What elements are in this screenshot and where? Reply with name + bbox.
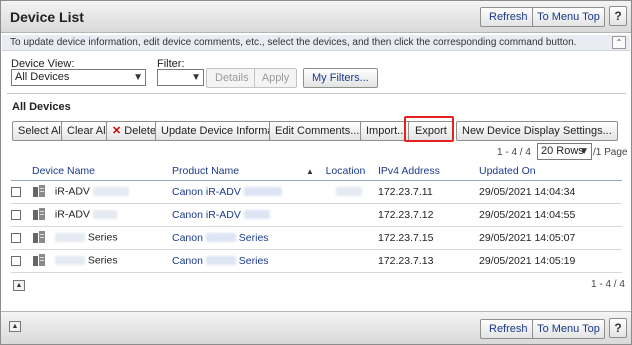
info-message: To update device information, edit devic… <box>10 37 577 48</box>
ipv4-address-cell: 172.23.7.11 <box>378 180 479 204</box>
column-header-ipv4-address[interactable]: IPv4 Address <box>378 162 479 181</box>
product-name-cell[interactable]: Canon Series <box>172 226 306 250</box>
my-filters-button[interactable]: My Filters... <box>303 68 378 88</box>
range-count: 1 - 4 / 4 <box>497 147 531 158</box>
table-row[interactable]: Series Canon Series 172.23.7.13 29/05/20… <box>11 249 622 273</box>
product-name-link-prefix[interactable]: Canon <box>172 255 203 267</box>
device-name-prefix: iR-ADV <box>54 185 90 198</box>
redacted-text <box>243 187 282 197</box>
bottom-range-count: 1 - 4 / 4 <box>591 279 625 290</box>
column-header-device-name[interactable]: Device Name <box>32 162 172 181</box>
row-checkbox[interactable] <box>11 186 21 197</box>
scroll-to-top-icon[interactable]: ▲ <box>9 321 21 332</box>
printer-icon <box>33 231 45 243</box>
column-header-location[interactable]: ▲ Location <box>306 162 378 181</box>
divider <box>7 93 626 94</box>
device-name-prefix: iR-ADV <box>54 208 90 221</box>
ipv4-address-cell: 172.23.7.12 <box>378 203 479 227</box>
product-name-cell[interactable]: Canon iR-ADV <box>172 203 306 227</box>
apply-button[interactable]: Apply <box>254 68 297 88</box>
footer-help-button[interactable]: ? <box>609 318 627 338</box>
device-name-suffix: Series <box>87 254 118 267</box>
redacted-text <box>92 210 117 219</box>
product-name-header-label: Product Name <box>172 164 240 177</box>
delete-label: Delete <box>124 125 157 137</box>
product-name-link[interactable]: Canon iR-ADV <box>172 186 241 198</box>
chevron-down-icon: ▼ <box>191 72 201 83</box>
details-button[interactable]: Details <box>206 68 258 88</box>
info-bar: To update device information, edit devic… <box>2 35 630 51</box>
updated-on-cell: 29/05/2021 14:04:55 <box>479 203 622 227</box>
device-name-cell: Series <box>32 226 172 250</box>
device-name-suffix: Series <box>87 231 118 244</box>
ipv4-address-cell: 172.23.7.13 <box>378 249 479 273</box>
table-row[interactable]: iR-ADV Canon iR-ADV 172.23.7.12 29/05/20… <box>11 203 622 227</box>
redacted-text <box>54 233 85 242</box>
device-table: Device Name Product Name ▲ Location IPv4… <box>11 162 622 273</box>
page-count: /1 Page <box>593 147 628 158</box>
row-checkbox[interactable] <box>11 232 21 243</box>
collapse-icon[interactable]: ⌃ <box>612 36 626 49</box>
printer-icon <box>33 254 45 266</box>
row-checkbox[interactable] <box>11 255 21 266</box>
redacted-text <box>243 210 270 220</box>
printer-icon <box>33 208 45 220</box>
header-checkbox-cell <box>11 162 32 181</box>
product-name-link-prefix[interactable]: Canon <box>172 232 203 244</box>
location-cell <box>306 249 378 273</box>
printer-icon <box>33 185 45 197</box>
section-title: All Devices <box>12 101 71 113</box>
device-name-cell: Series <box>32 249 172 273</box>
updated-on-cell: 29/05/2021 14:05:07 <box>479 226 622 250</box>
footer-to-menu-top-button[interactable]: To Menu Top <box>532 319 605 339</box>
location-cell <box>306 180 378 204</box>
column-header-updated-on[interactable]: Updated On <box>479 162 622 181</box>
location-cell <box>306 226 378 250</box>
product-name-cell[interactable]: Canon Series <box>172 249 306 273</box>
sort-ascending-icon: ▲ <box>306 166 314 176</box>
location-cell <box>306 203 378 227</box>
scroll-to-top-icon[interactable]: ▲ <box>13 280 25 291</box>
help-button[interactable]: ? <box>609 6 627 26</box>
rows-per-page-select[interactable]: 20 Rows ▼ <box>537 143 592 160</box>
product-name-link[interactable]: Canon iR-ADV <box>172 209 241 221</box>
product-name-link-suffix[interactable]: Series <box>239 232 269 244</box>
product-name-cell[interactable]: Canon iR-ADV <box>172 180 306 204</box>
redacted-text <box>54 256 85 265</box>
refresh-button[interactable]: Refresh <box>480 7 537 27</box>
redacted-text <box>336 187 362 197</box>
ipv4-address-cell: 172.23.7.15 <box>378 226 479 250</box>
device-name-cell: iR-ADV <box>32 203 172 227</box>
table-row[interactable]: iR-ADV Canon iR-ADV 172.23.7.11 29/05/20… <box>11 180 622 204</box>
delete-button[interactable]: ✕ Delete <box>106 121 163 141</box>
filter-select[interactable]: ▼ <box>157 69 204 86</box>
chevron-down-icon: ▼ <box>579 146 589 157</box>
page-header: Device List Refresh To Menu Top ? <box>1 1 631 33</box>
device-view-select[interactable]: All Devices ▼ <box>11 69 146 86</box>
to-menu-top-button[interactable]: To Menu Top <box>532 7 605 27</box>
page-footer: ▲ Refresh To Menu Top ? <box>1 311 631 344</box>
page-title: Device List <box>10 9 84 25</box>
column-header-product-name[interactable]: Product Name <box>172 162 306 181</box>
device-list-window: Device List Refresh To Menu Top ? To upd… <box>0 0 632 345</box>
table-row[interactable]: Series Canon Series 172.23.7.15 29/05/20… <box>11 226 622 250</box>
row-checkbox[interactable] <box>11 209 21 220</box>
chevron-down-icon: ▼ <box>133 72 143 83</box>
table-header-row: Device Name Product Name ▲ Location IPv4… <box>11 162 622 181</box>
footer-refresh-button[interactable]: Refresh <box>480 319 537 339</box>
rows-per-page-value: 20 Rows <box>541 145 584 157</box>
redacted-text <box>205 256 236 266</box>
x-icon: ✕ <box>112 125 122 137</box>
updated-on-cell: 29/05/2021 14:04:34 <box>479 180 622 204</box>
redacted-text <box>205 233 236 243</box>
device-name-cell: iR-ADV <box>32 180 172 204</box>
edit-comments-button[interactable]: Edit Comments... <box>269 121 366 141</box>
new-device-display-settings-button[interactable]: New Device Display Settings... <box>456 121 618 141</box>
product-name-link-suffix[interactable]: Series <box>239 255 269 267</box>
updated-on-cell: 29/05/2021 14:05:19 <box>479 249 622 273</box>
export-highlight-box <box>404 116 454 142</box>
device-view-value: All Devices <box>15 71 70 83</box>
location-header-label: Location <box>325 164 366 177</box>
redacted-text <box>92 187 129 196</box>
